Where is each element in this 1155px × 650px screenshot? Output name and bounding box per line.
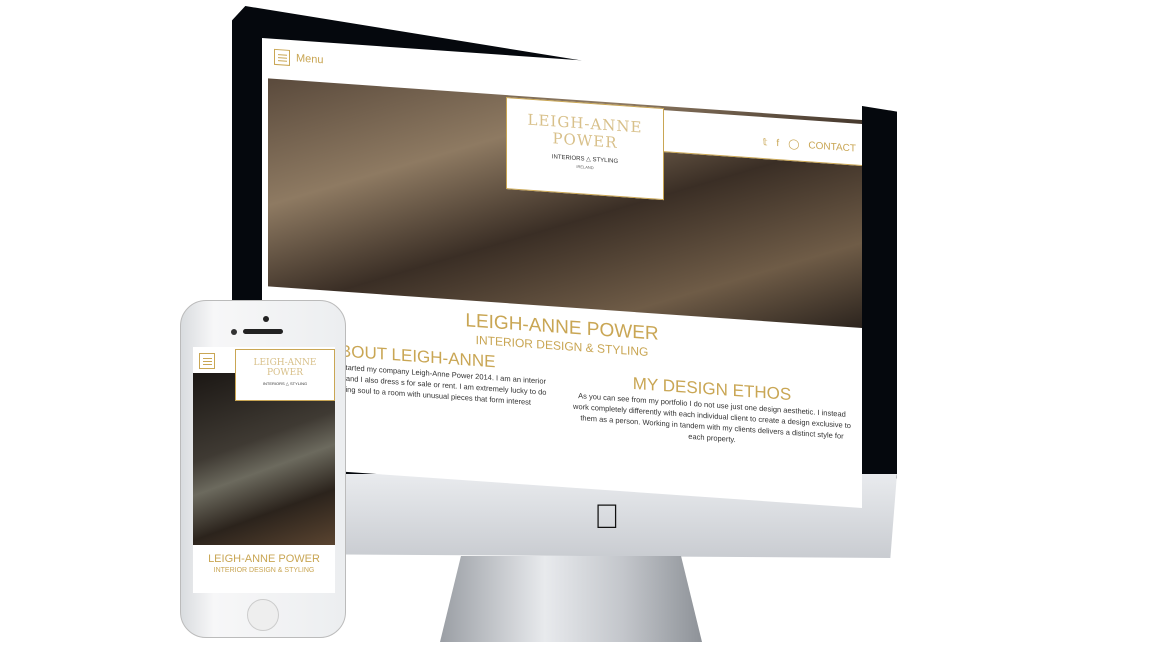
hamburger-icon (274, 48, 290, 66)
mobile-subtitle: INTERIOR DESIGN & STYLING (213, 567, 315, 574)
desktop-website: Menu 𝕥 f ◯ CONTACT LEIGH-ANNE POWER INTE… (262, 38, 862, 508)
home-button (247, 599, 279, 631)
apple-logo-icon:  (594, 498, 620, 537)
phone-sensor (231, 329, 237, 335)
phone-speaker (243, 329, 283, 334)
imac-stand (440, 556, 702, 642)
mobile-logo-name: LEIGH-ANNE POWER (253, 358, 317, 378)
twitter-icon[interactable]: 𝕥 (763, 137, 768, 148)
mobile-title: LEIGH-ANNE POWER (208, 553, 320, 565)
phone-camera (263, 316, 269, 322)
mobile-logo-sub: INTERIORS △ STYLING (262, 381, 308, 386)
iphone-mockup: LEIGH-ANNE POWER INTERIORS △ STYLING LEI… (180, 300, 346, 638)
instagram-icon[interactable]: ◯ (788, 139, 799, 151)
mobile-logo[interactable]: LEIGH-ANNE POWER INTERIORS △ STYLING (235, 349, 335, 401)
mobile-menu-button[interactable] (199, 353, 215, 369)
facebook-icon[interactable]: f (776, 138, 779, 149)
contact-link[interactable]: CONTACT (808, 140, 856, 154)
mobile-intro: LEIGH-ANNE POWER INTERIOR DESIGN & STYLI… (193, 553, 335, 574)
mobile-website: LEIGH-ANNE POWER INTERIORS △ STYLING LEI… (193, 347, 335, 593)
site-logo[interactable]: LEIGH-ANNE POWER INTERIORS △ STYLING IRE… (506, 97, 664, 201)
menu-button[interactable]: Menu (274, 48, 324, 68)
ethos-column: MY DESIGN ETHOS As you can see from my p… (562, 357, 862, 454)
menu-label: Menu (296, 52, 324, 67)
logo-name: LEIGH-ANNE POWER (527, 110, 643, 152)
